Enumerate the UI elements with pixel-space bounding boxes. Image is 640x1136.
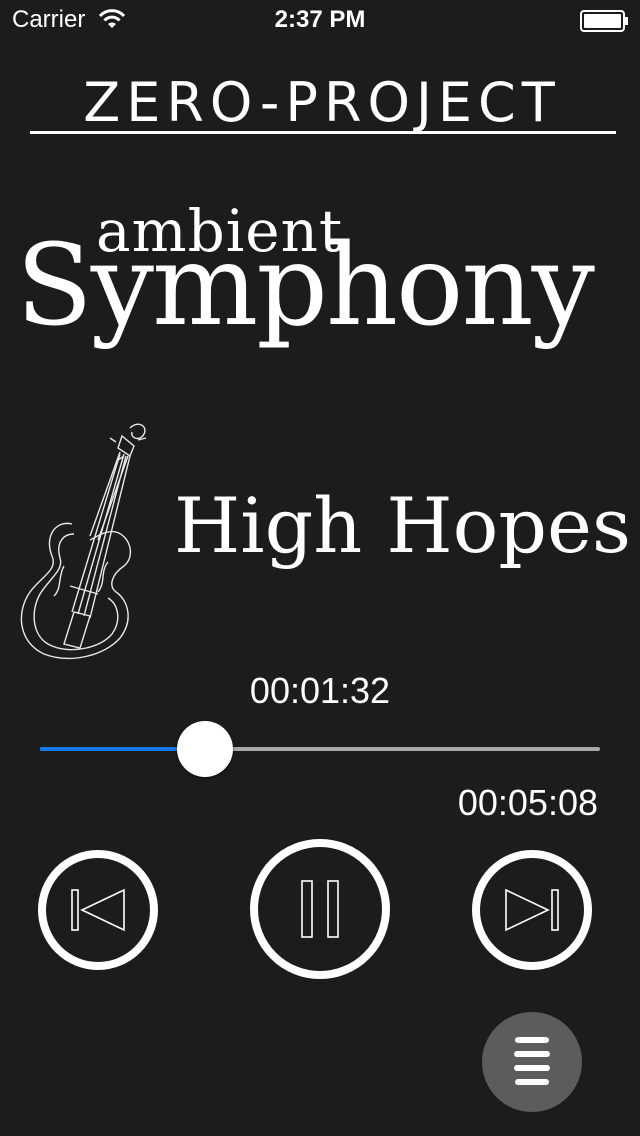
total-duration: 00:05:08 — [457, 782, 598, 823]
status-bar: Carrier 2:37 PM — [0, 0, 640, 40]
menu-button[interactable] — [482, 1012, 582, 1112]
elapsed-time: 00:01:32 — [249, 670, 391, 711]
next-button[interactable] — [472, 850, 592, 970]
previous-button[interactable] — [38, 850, 158, 970]
genre-label: ambient — [96, 197, 344, 265]
progress-slider[interactable] — [40, 721, 600, 777]
menu-icon — [514, 1037, 550, 1085]
violin-icon — [12, 416, 152, 664]
skip-next-icon — [505, 888, 559, 932]
pause-button[interactable] — [250, 839, 390, 979]
status-time: 2:37 PM — [274, 6, 366, 33]
brand-underline — [30, 131, 616, 134]
pause-icon — [301, 880, 339, 938]
brand-title: ZERO-PROJECT — [83, 71, 561, 134]
progress-knob[interactable] — [177, 721, 234, 777]
battery-icon — [580, 10, 630, 32]
skip-previous-icon — [71, 888, 125, 932]
track-title: High Hopes — [174, 481, 632, 570]
